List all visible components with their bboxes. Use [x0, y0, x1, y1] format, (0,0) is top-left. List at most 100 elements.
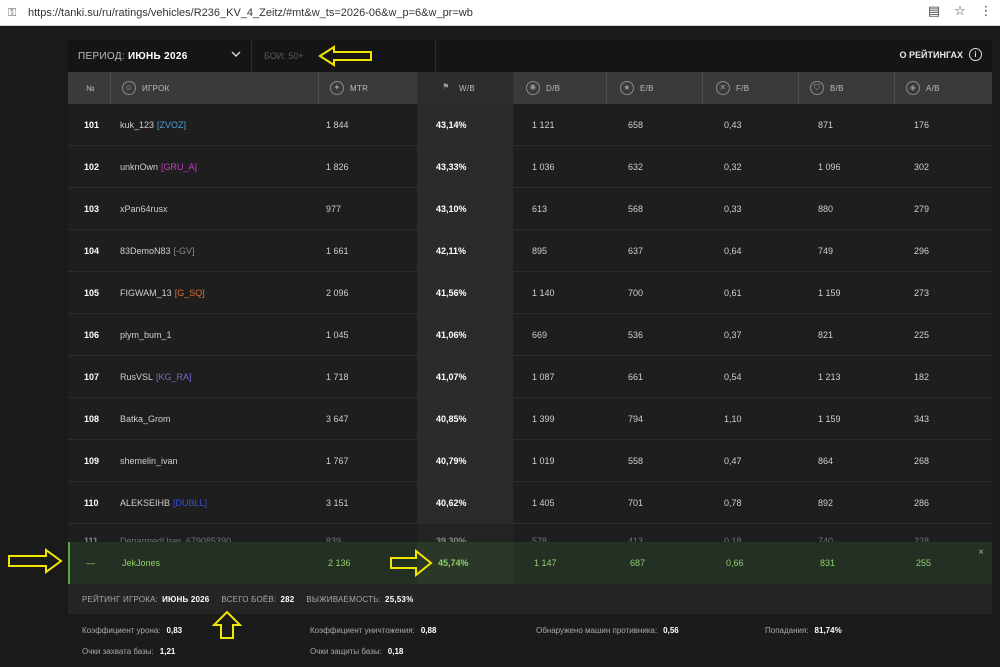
player-cell[interactable]: Batka_Grom	[120, 398, 171, 440]
table-body: 101 kuk_123 [ZVOZ] 1 844 43,14% 1 121 658 0,43 8…	[68, 104, 992, 542]
ab-cell: 176	[914, 120, 930, 130]
clan-tag[interactable]: [DUBLL]	[173, 498, 207, 508]
column-rank[interactable]: №	[86, 72, 95, 104]
player-name[interactable]: FIGWAM_13	[120, 288, 172, 298]
player-cell[interactable]: DeparmedUser_679085390	[120, 524, 231, 542]
reader-icon[interactable]: ▤	[926, 4, 942, 20]
db-cell: 578	[532, 536, 548, 542]
bb-cell: 1 159	[818, 288, 841, 298]
rank-cell: 104	[84, 246, 100, 256]
assist-icon: ◈	[906, 81, 920, 95]
player-name[interactable]: plym_bum_1	[120, 330, 172, 340]
clan-tag[interactable]: [KG_RA]	[156, 372, 192, 382]
player-cell[interactable]: kuk_123 [ZVOZ]	[120, 104, 186, 146]
period-label: ПЕРИОД:	[78, 50, 125, 62]
damage-ratio: Коэффициент урона: 0,83	[82, 626, 183, 635]
period-dropdown[interactable]: ПЕРИОД: ИЮНЬ 2026	[68, 40, 252, 72]
table-row[interactable]: 106 plym_bum_1 1 045 41,06% 669 536 0,37 821 225	[68, 314, 992, 356]
total-battles-label: ВСЕГО БОЁВ:	[221, 594, 277, 604]
about-ratings-link[interactable]: О РЕЙТИНГАХ i	[900, 48, 982, 61]
column-mtr[interactable]: ✦ MTR	[330, 72, 368, 104]
url-text[interactable]: https://tanki.su/ru/ratings/vehicles/R23…	[28, 7, 473, 19]
table-row[interactable]: 109 shemelin_ivan 1 767 40,79% 1 019 558 0,47 8…	[68, 440, 992, 482]
clan-tag[interactable]: [ZVOZ]	[157, 120, 186, 130]
column-bb[interactable]: ⛉ B/B	[810, 72, 844, 104]
table-row[interactable]: 111 DeparmedUser_679085390 839 39,30% 578 413…	[68, 524, 992, 542]
column-wb[interactable]: ⚑ W/B	[417, 72, 513, 104]
player-cell[interactable]: plym_bum_1	[120, 314, 172, 356]
column-fb[interactable]: ✕ F/B	[716, 72, 749, 104]
column-player[interactable]: ☺ ИГРОК	[122, 72, 170, 104]
user-player-name[interactable]: JekJones	[122, 542, 160, 584]
table-row[interactable]: 103 xPan64rusx 977 43,10% 613 568 0,33 880 279	[68, 188, 992, 230]
column-db[interactable]: ✺ D/B	[526, 72, 560, 104]
db-cell: 1 036	[532, 162, 555, 172]
ab-cell: 286	[914, 498, 930, 508]
table-row[interactable]: 104 83DemoN83 [-GV] 1 661 42,11% 895 637 0,64 74…	[68, 230, 992, 272]
user-db: 1 147	[534, 558, 557, 568]
column-eb[interactable]: ★ E/B	[620, 72, 654, 104]
player-name[interactable]: RusVSL	[120, 372, 153, 382]
db-cell: 1 019	[532, 456, 555, 466]
ab-cell: 279	[914, 204, 930, 214]
bb-cell: 1 096	[818, 162, 841, 172]
wb-cell: 40,85%	[436, 414, 467, 424]
player-cell[interactable]: shemelin_ivan	[120, 440, 178, 482]
rank-cell: 107	[84, 372, 100, 382]
table-row[interactable]: 101 kuk_123 [ZVOZ] 1 844 43,14% 1 121 658 0,43 8…	[68, 104, 992, 146]
clan-tag[interactable]: [-GV]	[174, 246, 195, 256]
fb-cell: 0,32	[724, 162, 742, 172]
bb-cell: 749	[818, 246, 834, 256]
user-mtr: 2 136	[328, 558, 351, 568]
info-icon: i	[969, 48, 982, 61]
player-cell[interactable]: unknOwn [GRU_A]	[120, 146, 197, 188]
player-details: Коэффициент урона: 0,83 Коэффициент уничт…	[68, 614, 992, 667]
eb-cell: 536	[628, 330, 644, 340]
player-cell[interactable]: 83DemoN83 [-GV]	[120, 230, 195, 272]
clan-tag[interactable]: [GRU_A]	[161, 162, 197, 172]
table-row[interactable]: 108 Batka_Grom 3 647 40,85% 1 399 794 1,10 1 15…	[68, 398, 992, 440]
eb-cell: 700	[628, 288, 644, 298]
close-icon[interactable]: ×	[978, 547, 984, 558]
mtr-cell: 1 045	[326, 330, 349, 340]
kill-ratio: Коэффициент уничтожения: 0,88	[310, 626, 437, 635]
player-name[interactable]: shemelin_ivan	[120, 456, 178, 466]
eb-cell: 558	[628, 456, 644, 466]
fb-cell: 0,47	[724, 456, 742, 466]
lock-icon: ⚿	[8, 5, 17, 19]
player-cell[interactable]: ALEKSEIHB [DUBLL]	[120, 482, 207, 524]
bb-cell: 871	[818, 120, 834, 130]
star-icon[interactable]: ☆	[952, 4, 968, 20]
column-ab[interactable]: ◈ A/B	[906, 72, 940, 104]
player-cell[interactable]: RusVSL [KG_RA]	[120, 356, 192, 398]
menu-icon[interactable]: ⋮	[978, 4, 994, 20]
table-row[interactable]: 110 ALEKSEIHB [DUBLL] 3 151 40,62% 1 405 701 0,…	[68, 482, 992, 524]
table-row[interactable]: 102 unknOwn [GRU_A] 1 826 43,33% 1 036 632 0,32…	[68, 146, 992, 188]
ab-cell: 225	[914, 330, 930, 340]
player-name[interactable]: 83DemoN83	[120, 246, 171, 256]
player-cell[interactable]: FIGWAM_13 [G_SQ]	[120, 272, 205, 314]
current-player-row[interactable]: — JekJones 2 136 45,74% 1 147 687 0,66 8…	[68, 542, 992, 584]
fb-cell: 0,37	[724, 330, 742, 340]
player-name[interactable]: kuk_123	[120, 120, 154, 130]
player-name[interactable]: unknOwn	[120, 162, 158, 172]
mtr-icon: ✦	[330, 81, 344, 95]
table-row[interactable]: 107 RusVSL [KG_RA] 1 718 41,07% 1 087 661 0,54 1…	[68, 356, 992, 398]
table-row[interactable]: 105 FIGWAM_13 [G_SQ] 2 096 41,56% 1 140 700 0,6…	[68, 272, 992, 314]
mtr-cell: 1 844	[326, 120, 349, 130]
column-separator	[894, 72, 895, 104]
player-name[interactable]: ALEKSEIHB	[120, 498, 170, 508]
ab-cell: 228	[914, 536, 930, 542]
rank-cell: 109	[84, 456, 100, 466]
clan-tag[interactable]: [G_SQ]	[175, 288, 205, 298]
period-value: ИЮНЬ 2026	[127, 50, 188, 62]
browser-address-bar[interactable]: ⚿ https://tanki.su/ru/ratings/vehicles/R…	[0, 0, 1000, 26]
player-name[interactable]: xPan64rusx	[120, 204, 168, 214]
user-ab: 255	[916, 558, 932, 568]
shield-icon: ⛉	[810, 81, 824, 95]
rank-cell: 102	[84, 162, 100, 172]
page: ⚿ https://tanki.su/ru/ratings/vehicles/R…	[0, 0, 1000, 667]
player-name[interactable]: Batka_Grom	[120, 414, 171, 424]
db-cell: 1 140	[532, 288, 555, 298]
player-cell[interactable]: xPan64rusx	[120, 188, 168, 230]
